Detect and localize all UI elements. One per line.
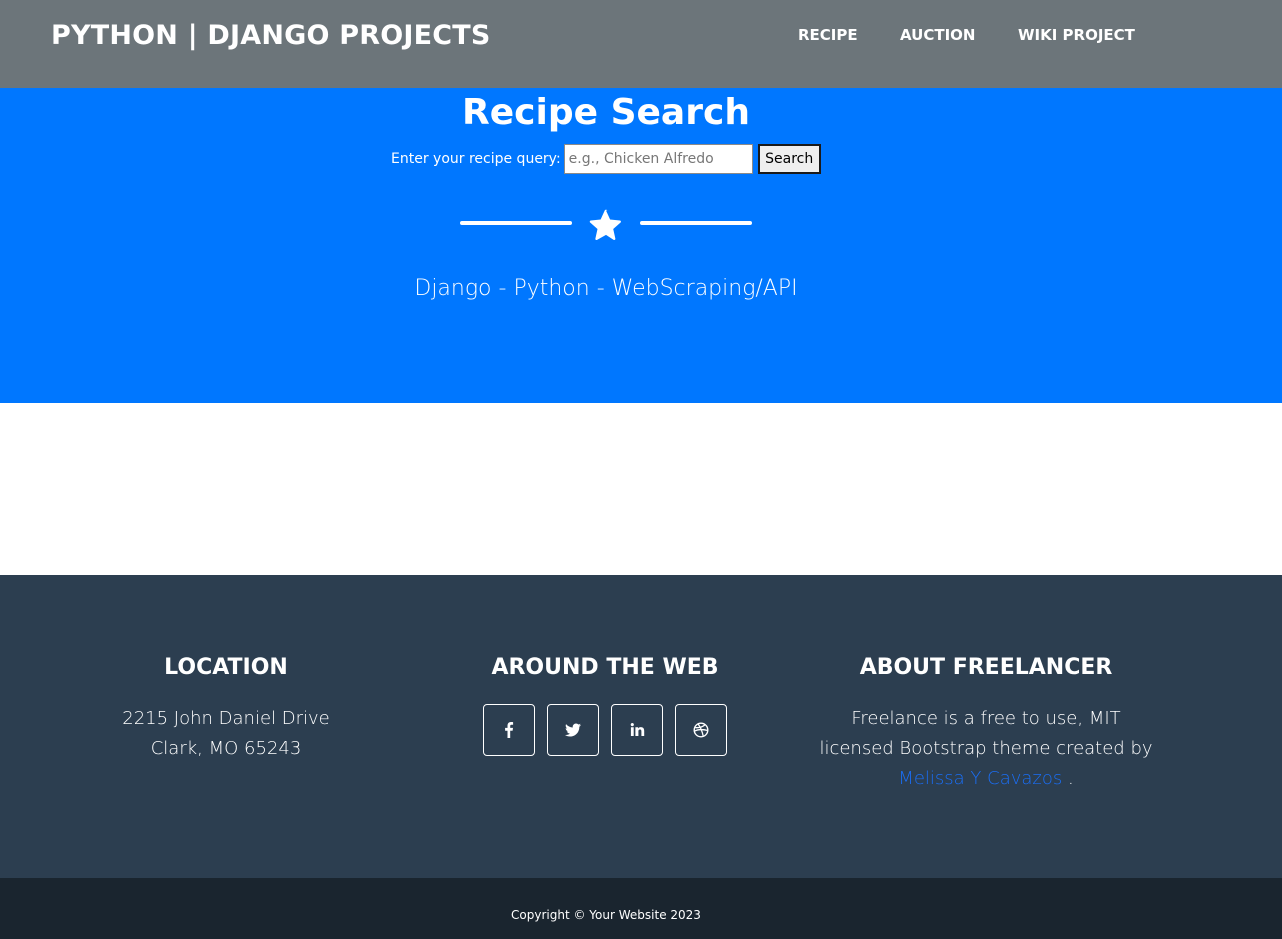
facebook-button[interactable] bbox=[483, 704, 535, 756]
about-text-before: Freelance is a free to use, MIT licensed… bbox=[819, 708, 1153, 759]
author-link[interactable]: Melissa Y Cavazos bbox=[898, 768, 1062, 789]
star-divider bbox=[460, 208, 752, 242]
search-button[interactable]: Search bbox=[757, 144, 821, 174]
linkedin-icon bbox=[630, 723, 645, 736]
footer-around-the-web: AROUND THE WEB bbox=[455, 655, 755, 756]
footer-location: LOCATION 2215 John Daniel Drive Clark, M… bbox=[76, 655, 376, 764]
navbar: PYTHON | DJANGO PROJECTS RECIPE AUCTION … bbox=[0, 0, 1282, 88]
page-title: Recipe Search bbox=[462, 92, 750, 133]
address-line-2: Clark, MO 65243 bbox=[150, 738, 302, 759]
location-address: 2215 John Daniel Drive Clark, MO 65243 bbox=[76, 704, 376, 764]
footer: LOCATION 2215 John Daniel Drive Clark, M… bbox=[0, 575, 1282, 878]
nav-link-recipe[interactable]: RECIPE bbox=[798, 26, 858, 44]
facebook-icon bbox=[505, 722, 514, 738]
site-brand[interactable]: PYTHON | DJANGO PROJECTS bbox=[51, 20, 491, 51]
twitter-button[interactable] bbox=[547, 704, 599, 756]
location-title: LOCATION bbox=[164, 655, 288, 680]
hero-subtitle: Django - Python - WebScraping/API bbox=[414, 276, 798, 301]
divider-line-left bbox=[460, 221, 572, 225]
search-form: Enter your recipe query: Search bbox=[391, 144, 821, 174]
about-text-after: . bbox=[1062, 768, 1074, 789]
twitter-icon bbox=[565, 723, 581, 737]
search-input[interactable] bbox=[563, 144, 753, 174]
copyright-bar: Copyright © Your Website 2023 bbox=[0, 878, 1282, 939]
dribbble-icon bbox=[693, 722, 709, 738]
address-line-1: 2215 John Daniel Drive bbox=[122, 708, 330, 729]
nav-link-auction[interactable]: AUCTION bbox=[900, 26, 975, 44]
hero-section: Recipe Search Enter your recipe query: S… bbox=[0, 88, 1282, 403]
copyright-text: Copyright © Your Website 2023 bbox=[511, 908, 701, 922]
social-links bbox=[455, 704, 755, 756]
footer-about: ABOUT FREELANCER Freelance is a free to … bbox=[816, 655, 1156, 794]
about-title: ABOUT FREELANCER bbox=[859, 655, 1113, 680]
divider-line-right bbox=[640, 221, 752, 225]
around-the-web-title: AROUND THE WEB bbox=[491, 655, 719, 680]
about-text: Freelance is a free to use, MIT licensed… bbox=[816, 704, 1156, 794]
star-icon bbox=[589, 209, 621, 241]
dribbble-button[interactable] bbox=[675, 704, 727, 756]
linkedin-button[interactable] bbox=[611, 704, 663, 756]
nav-link-wiki-project[interactable]: WIKI PROJECT bbox=[1018, 26, 1135, 44]
search-label: Enter your recipe query: bbox=[391, 151, 561, 167]
